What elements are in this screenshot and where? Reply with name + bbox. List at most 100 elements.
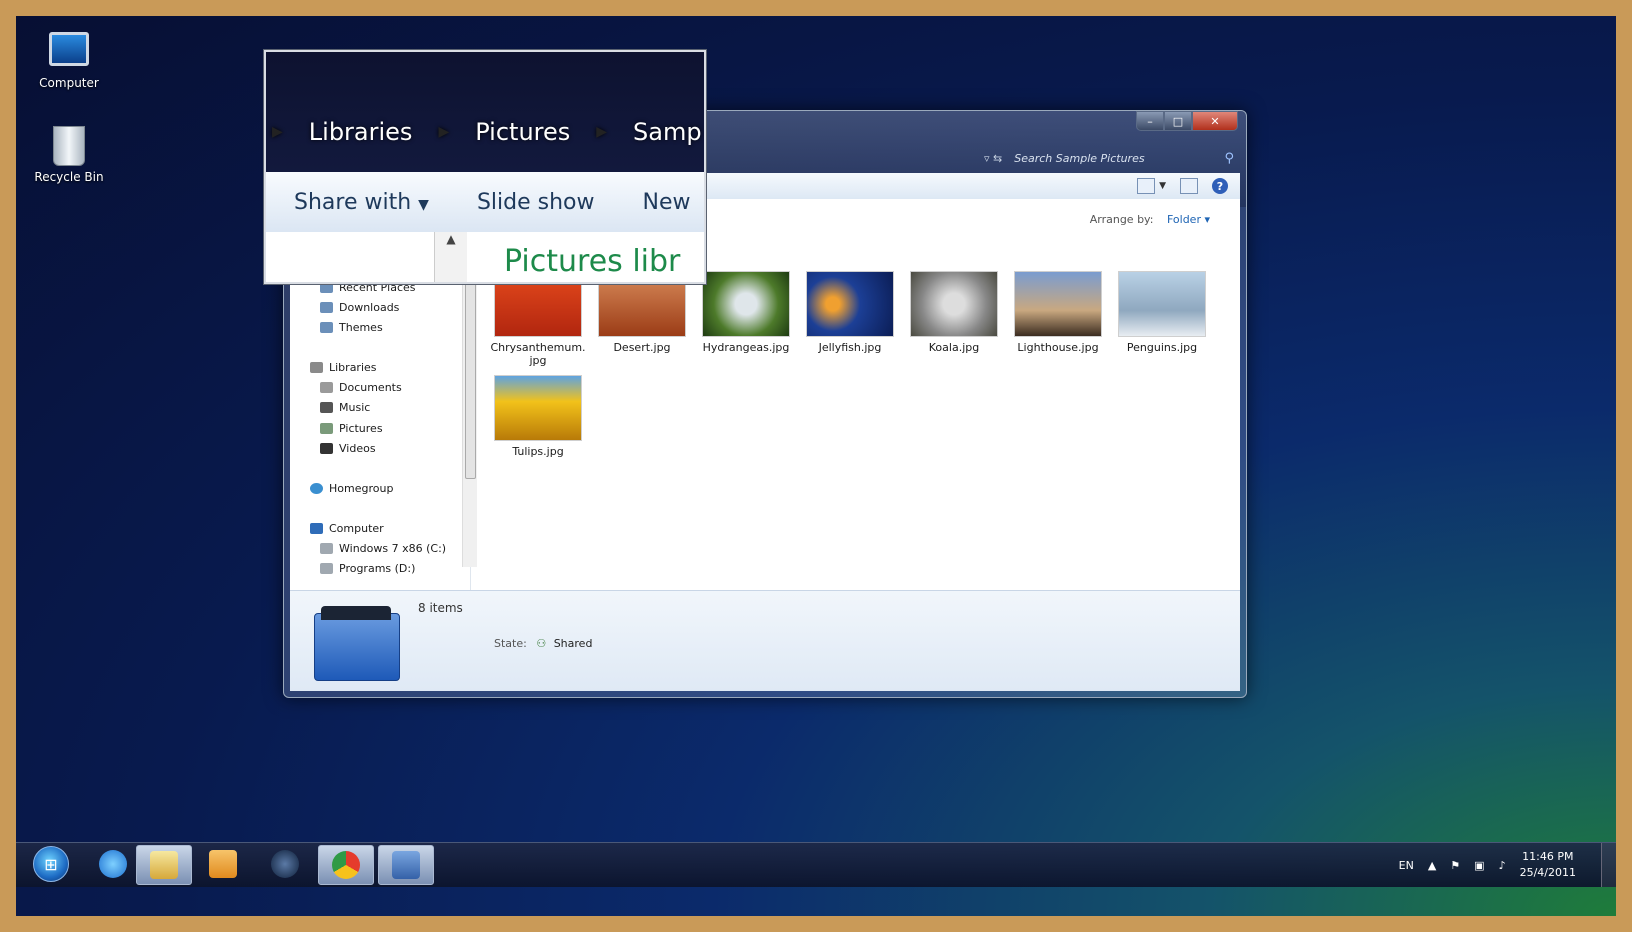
file-item[interactable]: Lighthouse.jpg	[1006, 271, 1110, 354]
slide-show-button[interactable]: Slide show	[477, 190, 595, 215]
documents-icon	[320, 382, 333, 393]
nav-item-videos[interactable]: Videos	[320, 442, 376, 455]
file-item[interactable]: Tulips.jpg	[486, 375, 590, 458]
nav-item-music[interactable]: Music	[320, 401, 370, 414]
network-icon[interactable]: ▣	[1474, 859, 1484, 872]
thumbnail-image	[806, 271, 894, 337]
minimize-button[interactable]: –	[1136, 111, 1164, 131]
desktop: Computer Recycle Bin – □ ✕ ▿ ⇆ Search Sa…	[16, 16, 1616, 916]
maximize-button[interactable]: □	[1164, 111, 1192, 131]
search-icon[interactable]: ⚲	[1224, 151, 1234, 166]
arrange-by: Arrange by: Folder ▾	[1090, 213, 1210, 226]
window-controls: – □ ✕	[1136, 111, 1238, 131]
breadcrumb-item[interactable]: Pictures	[475, 118, 570, 146]
file-item[interactable]: Hydrangeas.jpg	[694, 271, 798, 354]
share-state: State: ⚇ Shared	[494, 637, 593, 650]
magnified-address-bar: ▶ Libraries ▶ Pictures ▶ Samp	[266, 52, 704, 172]
nav-item-documents[interactable]: Documents	[320, 381, 402, 394]
nav-item-libraries[interactable]: Libraries	[310, 361, 377, 374]
file-name: Tulips.jpg	[512, 445, 564, 458]
file-name: Lighthouse.jpg	[1017, 341, 1099, 354]
thumbnail-image	[702, 271, 790, 337]
chevron-down-icon[interactable]: ▼	[1159, 181, 1166, 191]
libraries-icon	[310, 362, 323, 373]
help-icon[interactable]: ?	[1212, 178, 1228, 194]
file-name: Koala.jpg	[928, 341, 980, 354]
nav-scrollbar[interactable]	[462, 267, 477, 567]
chevron-right-icon: ▶	[596, 124, 608, 140]
clock[interactable]: 11:46 PM 25/4/2011	[1520, 849, 1576, 881]
nav-item-downloads[interactable]: Downloads	[320, 301, 399, 314]
taskbar: ⊞ EN ▲ ⚑ ▣ ♪ 11:46 PM 25/4/2011	[16, 842, 1616, 887]
breadcrumb: ▶ Libraries ▶ Pictures ▶ Samp	[266, 118, 702, 146]
show-hidden-icons-icon[interactable]: ▲	[1428, 859, 1436, 872]
breadcrumb-item[interactable]: Samp	[633, 118, 702, 146]
taskbar-media-player[interactable]	[196, 845, 250, 883]
pictures-icon	[320, 423, 333, 434]
volume-icon[interactable]: ♪	[1499, 859, 1506, 872]
scrollbar-thumb[interactable]	[465, 271, 476, 479]
refresh-icon[interactable]: ▿ ⇆	[984, 152, 1002, 165]
taskbar-magnifier[interactable]	[378, 845, 434, 885]
arrange-label: Arrange by:	[1089, 213, 1154, 226]
scroll-up-icon[interactable]: ▲	[434, 232, 467, 282]
videos-icon	[320, 443, 333, 454]
start-button[interactable]: ⊞	[24, 845, 78, 883]
desktop-icon-label: Recycle Bin	[34, 170, 104, 184]
windows-logo-icon: ⊞	[33, 846, 69, 882]
share-with-button[interactable]: Share with ▼	[294, 190, 429, 215]
homegroup-icon	[310, 483, 323, 494]
taskbar-explorer[interactable]	[136, 845, 192, 885]
search-input[interactable]: Search Sample Pictures	[1014, 152, 1144, 165]
arrange-dropdown[interactable]: Folder ▾	[1167, 213, 1210, 226]
nav-item-pictures[interactable]: Pictures	[292, 420, 465, 440]
action-center-flag-icon[interactable]: ⚑	[1450, 859, 1460, 872]
downloads-icon	[320, 302, 333, 313]
folder-icon	[150, 851, 178, 879]
desktop-icon-computer[interactable]: Computer	[24, 26, 114, 90]
file-item[interactable]: Penguins.jpg	[1110, 271, 1214, 354]
file-item[interactable]: Koala.jpg	[902, 271, 1006, 354]
nav-item-drive-c[interactable]: Windows 7 x86 (C:)	[320, 542, 446, 555]
chevron-right-icon: ▶	[438, 124, 450, 140]
nav-item-computer[interactable]: Computer	[310, 522, 384, 535]
media-player-icon	[209, 850, 237, 878]
desktop-icon-recycle-bin[interactable]: Recycle Bin	[24, 126, 114, 184]
users-icon: ⚇	[536, 637, 547, 650]
search-box[interactable]: ▿ ⇆ Search Sample Pictures ⚲	[984, 148, 1234, 168]
breadcrumb-item[interactable]: Libraries	[309, 118, 413, 146]
nav-item-homegroup[interactable]: Homegroup	[310, 482, 393, 495]
nav-item-themes[interactable]: Themes	[320, 321, 383, 334]
taskbar-globe-app[interactable]	[258, 845, 312, 883]
themes-icon	[320, 322, 333, 333]
magnified-content: ▲ Pictures libr	[266, 232, 704, 282]
preview-pane-icon[interactable]	[1180, 178, 1198, 194]
thumbnail-image	[910, 271, 998, 337]
new-folder-button[interactable]: New	[642, 190, 690, 215]
file-name: Jellyfish.jpg	[818, 341, 882, 354]
drive-icon	[320, 563, 333, 574]
computer-icon	[310, 523, 323, 534]
file-name: Penguins.jpg	[1126, 341, 1198, 354]
library-heading: Pictures libr	[504, 244, 681, 279]
system-tray: EN ▲ ⚑ ▣ ♪ 11:46 PM 25/4/2011	[1399, 843, 1576, 887]
details-pane: 8 items State: ⚇ Shared	[290, 590, 1240, 691]
chevron-down-icon: ▼	[418, 196, 429, 213]
taskbar-chrome[interactable]	[318, 845, 374, 885]
file-item[interactable]: Jellyfish.jpg	[798, 271, 902, 354]
recycle-bin-icon	[49, 126, 89, 166]
file-item[interactable]: Chrysanthemum. jpg	[486, 271, 590, 367]
file-name: Chrysanthemum. jpg	[490, 341, 586, 367]
show-desktop-button[interactable]	[1601, 843, 1616, 887]
thumbnail-image	[1118, 271, 1206, 337]
desktop-icon-label: Computer	[39, 76, 99, 90]
nav-item-drive-d[interactable]: Programs (D:)	[320, 562, 415, 575]
computer-icon	[49, 32, 89, 72]
magnified-command-bar: Share with ▼ Slide show New	[266, 172, 704, 232]
globe-icon	[271, 850, 299, 878]
close-button[interactable]: ✕	[1192, 111, 1238, 131]
thumbnail-image	[494, 375, 582, 441]
view-options-icon[interactable]	[1137, 178, 1156, 194]
taskbar-internet-explorer[interactable]	[86, 845, 140, 883]
language-indicator[interactable]: EN	[1399, 859, 1414, 872]
